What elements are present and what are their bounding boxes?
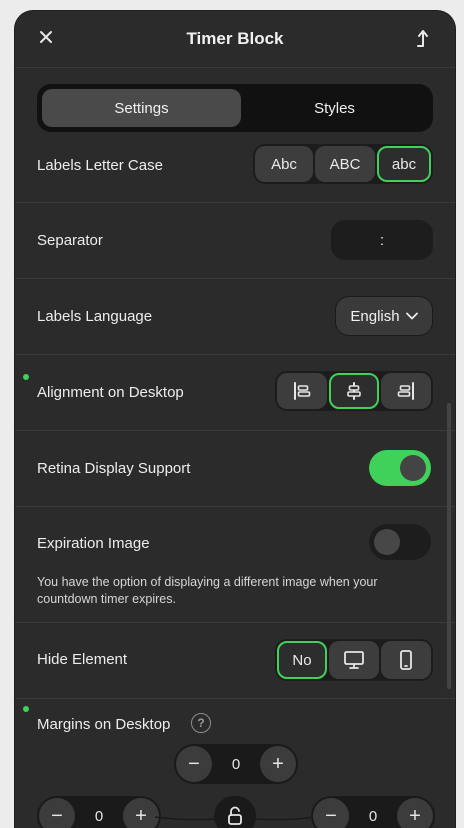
retina-label: Retina Display Support [37,460,191,477]
row-labels-language: Labels Language English [15,279,455,355]
margin-right-stepper: − 0 + [311,796,435,828]
row-alignment: Alignment on Desktop [15,355,455,431]
row-retina: Retina Display Support [15,431,455,507]
align-right-icon [397,382,414,400]
help-icon[interactable]: ? [191,713,211,733]
expiration-description: You have the option of displaying a diff… [37,575,378,606]
expiration-label: Expiration Image [37,535,150,552]
modified-indicator [23,706,29,712]
labels-letter-case-label: Labels Letter Case [37,157,163,174]
unlock-icon [228,806,242,825]
margin-top-increment-button[interactable]: + [260,746,296,782]
language-select[interactable]: English [335,296,433,336]
hide-element-group: No [275,639,433,681]
align-center-button[interactable] [329,373,379,409]
pin-button[interactable] [413,27,433,49]
hide-element-label: Hide Element [37,651,128,668]
margin-top-stepper: − 0 + [174,744,298,784]
labels-language-label: Labels Language [37,308,153,325]
align-right-button[interactable] [381,373,431,409]
margin-left-decrement-button[interactable]: − [39,798,75,828]
hide-desktop-button[interactable] [329,641,379,679]
pin-icon [417,30,428,47]
toggle-knob [400,455,426,481]
toggle-knob [374,529,400,555]
case-capitalize-button[interactable]: Abc [255,146,313,182]
settings-styles-switch: Settings Styles [37,84,433,132]
alignment-group [275,371,433,411]
panel-title: Timer Block [186,29,284,48]
language-value: English [350,307,400,325]
letter-case-group: Abc ABC abc [253,144,433,184]
alignment-label: Alignment on Desktop [37,384,184,401]
timer-block-panel: Timer Block Settings Styles Labels Lette… [15,11,455,828]
tab-styles[interactable]: Styles [241,89,428,127]
margin-top-decrement-button[interactable]: − [176,746,212,782]
separator-label: Separator [37,232,103,249]
margin-right-decrement-button[interactable]: − [313,798,349,828]
hide-mobile-button[interactable] [381,641,431,679]
margin-left-value[interactable]: 0 [77,808,121,825]
margins-section: Margins on Desktop ? − 0 + − 0 + − 0 + [15,699,455,828]
chevron-down-icon [405,312,418,320]
align-left-button[interactable] [277,373,327,409]
row-hide-element: Hide Element No [15,623,455,699]
row-separator: Separator : [15,203,455,279]
align-center-icon [347,382,361,400]
desktop-icon [344,651,364,669]
tab-settings[interactable]: Settings [42,89,241,127]
case-uppercase-button[interactable]: ABC [315,146,375,182]
mobile-icon [400,650,412,670]
retina-toggle[interactable] [369,450,431,486]
scrollbar[interactable] [447,403,451,689]
row-labels-letter-case: Labels Letter Case Abc ABC abc [15,136,455,203]
separator-input[interactable]: : [331,220,433,260]
margin-right-increment-button[interactable]: + [397,798,433,828]
hide-none-button[interactable]: No [277,641,327,679]
align-left-icon [294,382,311,400]
panel-header: Timer Block [15,11,455,68]
margin-right-value[interactable]: 0 [351,808,395,825]
expiration-toggle[interactable] [369,524,431,560]
margins-label: Margins on Desktop [37,716,171,733]
margin-top-value[interactable]: 0 [214,756,258,773]
margin-link-button[interactable] [214,796,256,828]
row-expiration-image: Expiration Image You have the option of … [15,507,455,623]
margin-left-stepper: − 0 + [37,796,161,828]
modified-indicator [23,374,29,380]
case-lowercase-button[interactable]: abc [377,146,431,182]
margin-left-increment-button[interactable]: + [123,798,159,828]
